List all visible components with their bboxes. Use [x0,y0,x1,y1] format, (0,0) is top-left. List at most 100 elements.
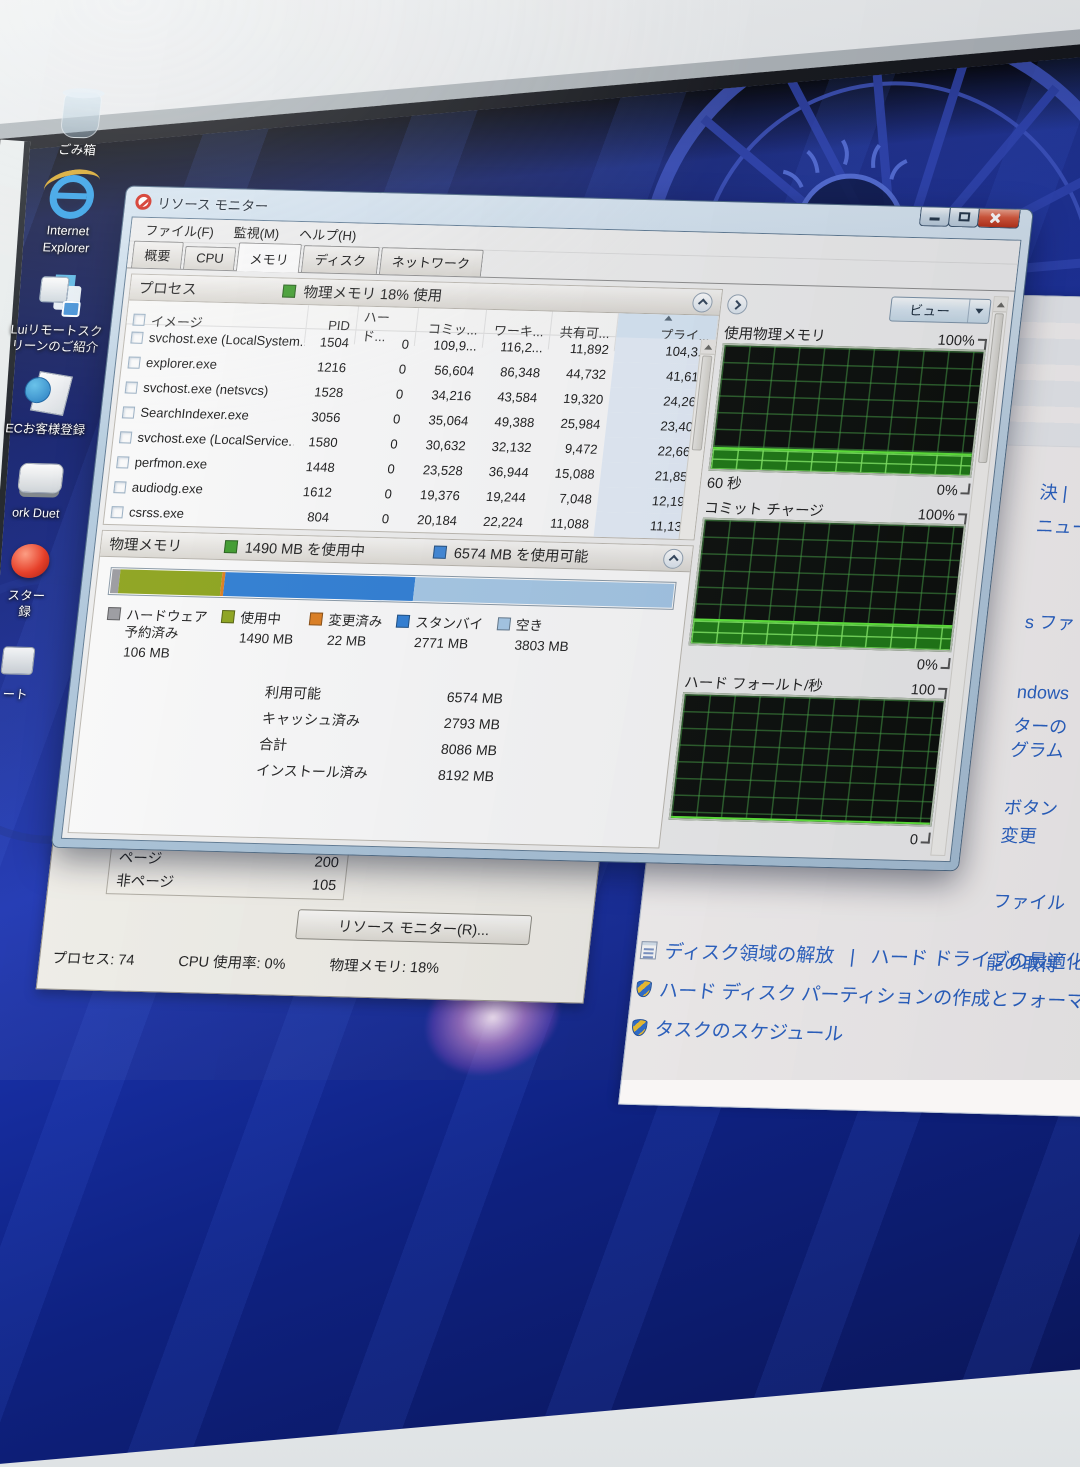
control-panel-link[interactable]: タスクのスケジュール [653,1015,845,1047]
graph-plot [708,343,985,478]
desktop-icon[interactable]: ork Duet [11,454,66,521]
desktop-icon-image[interactable] [14,454,65,501]
menu-item[interactable]: ヘルプ(H) [290,222,366,247]
process-checkbox[interactable] [125,381,138,393]
legend-item: 空き 3803 MB [492,617,572,671]
bracket-top-icon [937,688,947,699]
control-panel-link-fragment[interactable]: 変更 [999,822,1038,849]
control-panel-link-fragment[interactable]: グラム [1009,736,1065,763]
resource-monitor-app-icon [135,194,153,210]
kernel-memory-label: 非ページ [115,869,175,891]
bracket-bottom-icon [960,483,970,494]
menu-item[interactable]: ファイル(F) [136,218,223,243]
process-checkbox[interactable] [130,331,143,343]
open-resource-monitor-button[interactable]: リソース モニター(R)... [295,909,532,945]
desktop-icon-label: ごみ箱 [57,142,96,159]
stat-label: キャッシュ済み [261,708,361,731]
legend-value: 2771 MB [413,635,481,652]
desktop-icon-label: ECお客様登録 [4,421,86,439]
statusbar-item: CPU 使用率: 0% [177,950,287,974]
bracket-top-icon [957,513,967,524]
chevron-right-icon [731,299,741,309]
stat-value: 6574 MB [446,689,504,706]
menu-item[interactable]: 監視(M) [225,220,289,245]
control-panel-link-fragment[interactable]: s ファ [1024,608,1077,635]
process-checkbox[interactable] [110,506,123,518]
stat-label: 利用可能 [264,682,322,703]
kernel-memory-row: 非ページ 105 [115,868,338,897]
process-checkbox[interactable] [122,406,135,418]
arrow-down-icon [975,308,984,313]
desktop-icon-image[interactable] [35,272,86,319]
scroll-up-button[interactable] [701,339,717,354]
control-panel-link-fragment[interactable]: ファイル [992,887,1067,915]
view-dropdown-button[interactable]: ビュー [889,296,992,324]
graph-min-label: 0 [909,832,919,848]
tab[interactable]: 概要 [131,241,184,269]
desktop-icon-image[interactable] [60,92,103,139]
desktop-icon-image[interactable] [5,537,56,584]
desktop-icon-image[interactable] [47,175,96,220]
control-panel-link[interactable]: ディスク領域の解放 | ハード ドライブの最適化 | [663,937,1080,975]
arrow-up-icon [704,345,713,350]
control-panel-link-fragment[interactable]: ボタン [1003,794,1060,821]
control-panel-links: ディスク領域の解放 | ハード ドライブの最適化 | ハード ディスク パーティ… [630,936,1080,1053]
legend-swatch [221,610,235,623]
scroll-up-button[interactable] [993,297,1008,312]
graph-max-label: 100 [910,682,936,699]
process-checkbox[interactable] [119,431,132,443]
expand-panel-button[interactable] [726,294,748,314]
statusbar-item: プロセス: 74 [51,947,136,970]
window-title: リソース モニター [156,192,269,215]
graph-max-label: 100% [937,333,976,350]
maximize-button[interactable] [948,208,980,228]
collapse-button[interactable] [662,548,684,568]
desktop-icon[interactable]: Internet Explorer [42,175,98,257]
legend-value: 1490 MB [238,630,294,646]
desktop-icon[interactable]: スター 録 [1,537,56,620]
process-checkbox[interactable] [113,481,126,493]
desktop-icon-label: Internet Explorer [42,223,92,257]
legend-value: 3803 MB [514,638,570,654]
memory-panel-title: 物理メモリ [108,533,183,556]
tab[interactable]: CPU [183,246,237,270]
sort-ascending-icon [664,316,673,321]
collapse-button[interactable] [691,292,713,312]
control-panel-link-fragment[interactable]: 決 | [1038,478,1069,505]
legend-item: 使用中 1490 MB [216,610,296,664]
desktop-icon-label: ート [2,687,29,704]
process-checkbox[interactable] [116,456,129,468]
link-icon [635,980,652,997]
maximize-icon [958,212,970,221]
desktop-icon-image[interactable] [24,371,75,418]
process-checkbox[interactable] [128,356,141,368]
legend-item: ハードウェア 予約済み 106 MB [102,607,208,661]
control-panel-link-fragment[interactable]: ndows [1016,682,1070,704]
control-panel-link[interactable]: ハード ディスク パーティションの作成とフォーマ [658,976,1080,1014]
desktop-icon[interactable]: Luiリモートスク リーンのご紹介 [8,271,109,356]
memory-stats: 利用可能 6574 MB キャッシュ済み 2793 MB 合計 8086 MB … [255,679,505,789]
graph-grid [671,694,944,824]
kernel-memory-value: 105 [311,877,337,894]
used-swatch [223,540,237,553]
desktop-icon[interactable]: ごみ箱 [57,92,103,159]
minimize-button[interactable] [919,207,951,227]
link-icon [631,1019,648,1036]
tab[interactable]: メモリ [236,242,302,273]
available-swatch [432,546,446,559]
desktop-icon-image[interactable] [0,636,45,683]
bracket-bottom-icon [940,658,950,669]
graph-time-label: 60 秒 [706,472,743,494]
graph-title: 使用物理メモリ [723,322,827,346]
desktop-icon[interactable]: ート [0,636,45,703]
legend-item: スタンバイ 2771 MB [391,615,483,669]
desktop-icon[interactable]: ECお客様登録 [4,371,91,439]
tab[interactable]: ネットワーク [378,247,483,277]
control-panel-link-fragment[interactable]: ニュー [1035,512,1080,539]
close-button[interactable] [977,209,1021,229]
legend-value: 22 MB [326,633,381,649]
task-manager-statusbar: プロセス: 74CPU 使用率: 0%物理メモリ: 18% [51,947,440,978]
dropdown-arrow[interactable] [969,308,990,314]
memory-composition-bar [108,567,677,610]
tab[interactable]: ディスク [301,245,379,274]
